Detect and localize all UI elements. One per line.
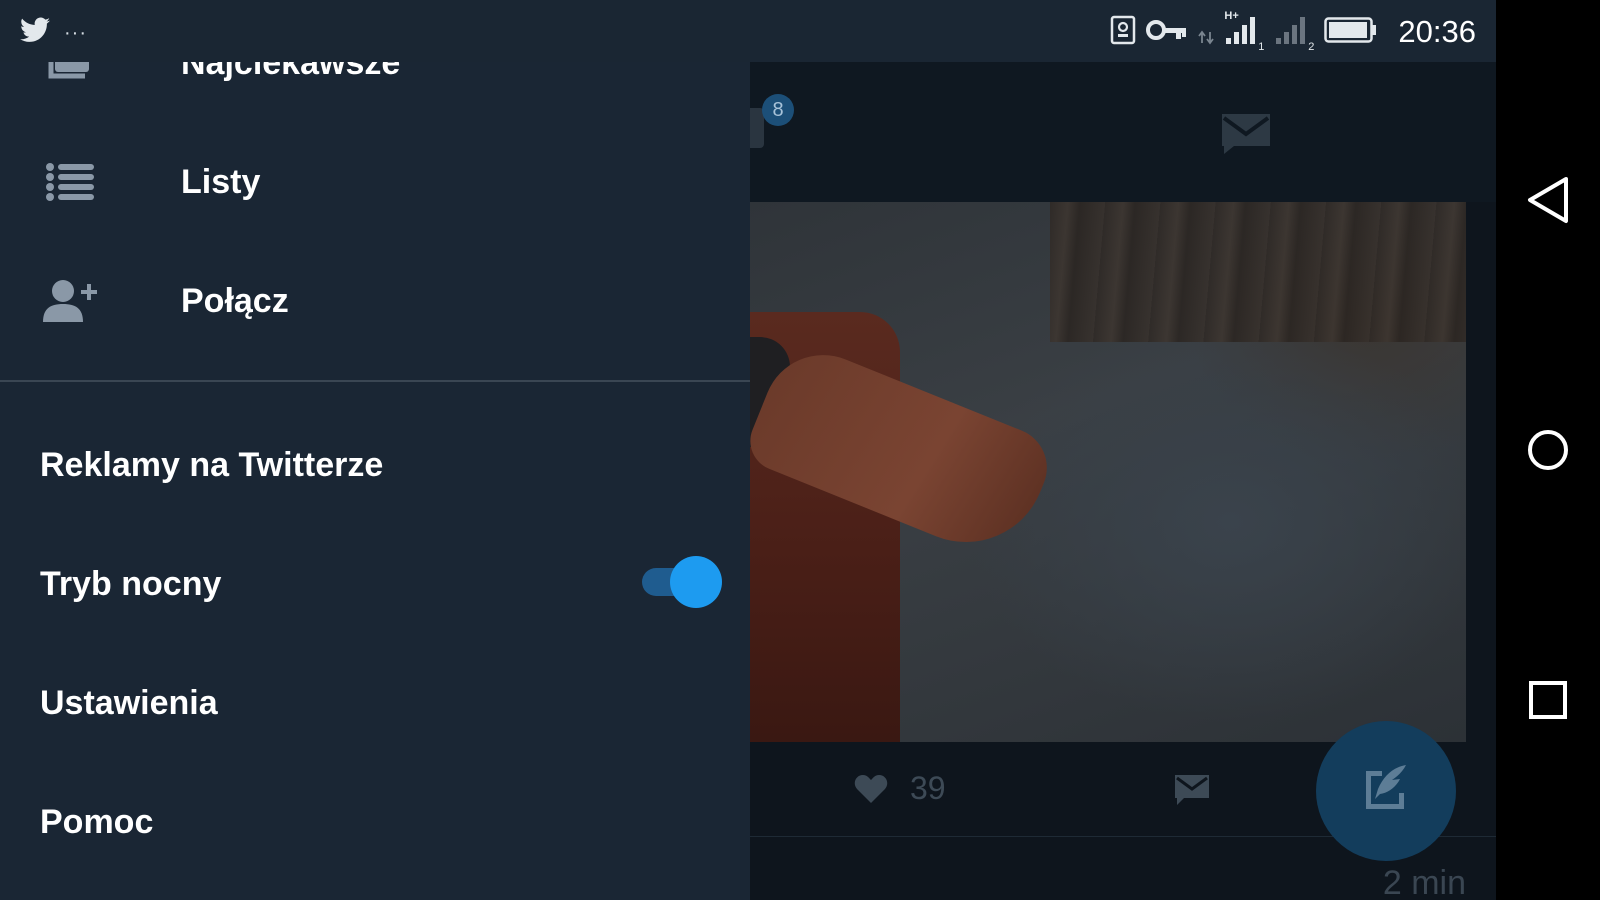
drawer-item-connect[interactable]: Połącz bbox=[0, 242, 750, 360]
like-count: 39 bbox=[910, 770, 946, 806]
list-icon bbox=[42, 154, 98, 210]
tweet-image[interactable] bbox=[750, 202, 1466, 742]
drawer-item-twitter-ads[interactable]: Reklamy na Twitterze bbox=[40, 446, 383, 485]
system-status-icons: H+ 1 2 20:36 bbox=[1110, 10, 1476, 53]
signal-sim2-icon: 2 bbox=[1274, 14, 1315, 53]
drawer-item-lists[interactable]: Listy bbox=[0, 123, 750, 241]
drawer-item-label: Najciekawsze bbox=[181, 62, 401, 82]
messages-tab-icon[interactable] bbox=[1220, 112, 1272, 161]
signal-sim1-type: H+ bbox=[1224, 9, 1239, 22]
more-notifications-indicator: ··· bbox=[64, 21, 87, 44]
toggle-knob bbox=[670, 556, 722, 608]
drawer-divider bbox=[0, 380, 750, 382]
drawer-item-moments[interactable]: Najciekawsze bbox=[0, 62, 750, 122]
twitter-bird-icon bbox=[20, 17, 50, 48]
screenshot-lock-icon bbox=[1110, 15, 1136, 50]
drawer-item-night-mode[interactable]: Tryb nocny bbox=[40, 565, 221, 604]
like-heart-icon[interactable] bbox=[854, 774, 888, 809]
data-arrows-icon bbox=[1198, 15, 1215, 50]
drawer-item-label: Połącz bbox=[181, 281, 289, 320]
notification-badge: 8 bbox=[762, 94, 794, 126]
tweet-timestamp: 2 min bbox=[1382, 864, 1466, 900]
photo-wood-detail bbox=[1050, 202, 1466, 342]
clock: 20:36 bbox=[1398, 14, 1476, 49]
compose-quill-icon bbox=[1358, 761, 1414, 822]
home-button[interactable] bbox=[1522, 424, 1574, 476]
timeline-tab-bar: 8 bbox=[750, 62, 1496, 202]
status-bar: ··· H+ 1 2 20:36 bbox=[0, 0, 1496, 62]
drawer-item-help[interactable]: Pomoc bbox=[40, 803, 153, 842]
recent-apps-button[interactable] bbox=[1522, 674, 1574, 726]
drawer-item-settings[interactable]: Ustawienia bbox=[40, 684, 218, 723]
battery-icon bbox=[1324, 16, 1378, 48]
moments-icon bbox=[42, 62, 98, 91]
sim2-number: 2 bbox=[1308, 40, 1315, 53]
back-button[interactable] bbox=[1522, 174, 1574, 226]
system-navigation-bar bbox=[1496, 0, 1600, 900]
vpn-key-icon bbox=[1146, 18, 1188, 47]
compose-tweet-button[interactable] bbox=[1316, 721, 1456, 861]
sim1-number: 1 bbox=[1258, 40, 1265, 53]
direct-message-icon[interactable] bbox=[1174, 774, 1210, 811]
night-mode-toggle[interactable] bbox=[640, 556, 724, 608]
add-user-icon bbox=[42, 273, 98, 329]
signal-sim1-icon: H+ 1 bbox=[1224, 10, 1265, 53]
drawer-item-label: Listy bbox=[181, 162, 261, 201]
notification-area: ··· bbox=[20, 17, 87, 48]
navigation-drawer: Najciekawsze Listy Połącz Reklamy na Twi… bbox=[0, 62, 750, 900]
